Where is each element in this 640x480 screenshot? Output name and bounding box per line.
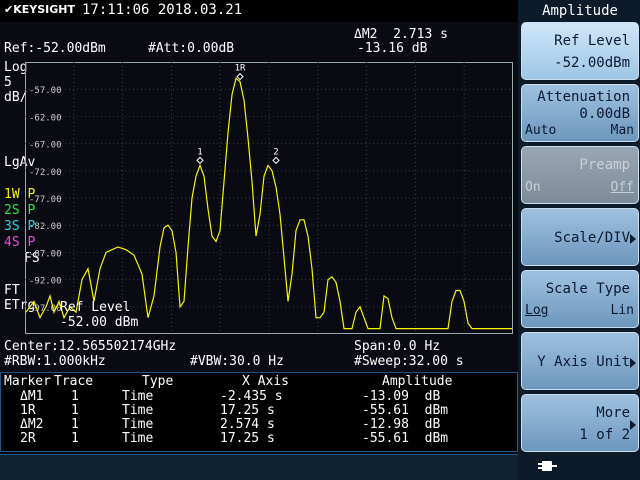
col-x-axis: X Axis	[242, 374, 289, 389]
attenuation-softkey[interactable]: Attenuation 0.00dB Auto Man	[521, 84, 639, 142]
row-marker: ΔM1	[20, 389, 44, 404]
marker-label: 2	[273, 147, 278, 157]
y-axis-labels: -57.00 -62.00 -67.00 -72.00 -77.00 -82.00 -87.…	[29, 86, 62, 314]
marker-label: 1R	[235, 64, 246, 74]
row-type: Time	[122, 417, 154, 432]
submenu-arrow-icon	[630, 234, 636, 244]
row-type: Time	[122, 403, 154, 418]
scale-div-softkey[interactable]: Scale/DIV	[521, 208, 639, 266]
row-amp: -55.61 dBm	[362, 431, 449, 446]
attenuation-man: Man	[610, 123, 634, 138]
attenuation-label: Attenuation	[537, 89, 630, 105]
marker-diamond	[236, 72, 244, 81]
markers: 1 1R 2	[196, 64, 280, 165]
delta-marker-amplitude: -13.16 dB	[357, 41, 428, 56]
more-softkey[interactable]: More 1 of 2	[521, 394, 639, 452]
brand-logo: ✔KEYSIGHT	[4, 3, 75, 16]
scale-type-label: Scale Type	[545, 281, 630, 297]
scale-type-log: Log	[525, 303, 549, 318]
attenuation-auto: Auto	[525, 123, 557, 138]
scale-type-lin: Lin	[610, 303, 634, 318]
y-tick-label: -82.00	[29, 222, 62, 232]
row-marker: 1R	[20, 403, 36, 418]
datetime: 17:11:06 2018.03.21	[82, 2, 243, 18]
y-tick-label: -92.00	[29, 277, 62, 287]
delta-marker-readout: ΔM2 2.713 s	[354, 27, 448, 42]
attenuation-value: 0.00dB	[579, 106, 630, 122]
y-tick-label: -62.00	[29, 113, 62, 123]
preamp-off: Off	[610, 180, 634, 195]
trace-1-line	[25, 77, 512, 330]
y-tick-label: -87.00	[29, 249, 62, 259]
row-amp: -12.98 dB	[362, 417, 441, 432]
more-arrow-icon	[630, 420, 636, 430]
row-x: 17.25 s	[220, 403, 275, 418]
row-trace: 1	[71, 431, 79, 446]
scale-div-unit: dB/	[4, 90, 28, 105]
more-label: More	[596, 405, 630, 421]
scale-div-label: Scale/DIV	[554, 230, 630, 246]
preamp-label: Preamp	[579, 157, 630, 173]
col-trace: Trace	[54, 374, 94, 389]
preamp-softkey[interactable]: Preamp On Off	[521, 146, 639, 204]
row-x: 17.25 s	[220, 431, 275, 446]
preamp-on: On	[525, 180, 541, 195]
row-trace: 1	[71, 403, 79, 418]
row-marker: ΔM2	[20, 417, 44, 432]
y-tick-label: -77.00	[29, 195, 62, 205]
ref-level-softkey[interactable]: Ref Level -52.00dBm	[521, 22, 639, 80]
ft-label: FT	[4, 283, 20, 298]
more-page: 1 of 2	[579, 427, 630, 443]
ref-level-label: Ref Level	[554, 33, 630, 49]
ref-level-overlay-value: -52.00 dBm	[60, 315, 139, 330]
row-trace: 1	[71, 417, 79, 432]
ref-level-value: -52.00dBm	[554, 55, 630, 71]
grid	[25, 62, 513, 334]
status-bar	[0, 454, 518, 480]
row-marker: 2R	[20, 431, 36, 446]
col-amplitude: Amplitude	[382, 374, 453, 389]
y-tick-label: -72.00	[29, 168, 62, 178]
scale-type-softkey[interactable]: Scale Type Log Lin	[521, 270, 639, 328]
row-type: Time	[122, 431, 154, 446]
row-amp: -13.09 dB	[362, 389, 441, 404]
power-plug-icon	[538, 461, 557, 471]
ref-readout: Ref:-52.00dBm	[4, 41, 106, 56]
col-type: Type	[142, 374, 174, 389]
marker-diamond	[272, 156, 280, 165]
sweep-readout: #Sweep:32.00 s	[354, 354, 464, 369]
ref-level-overlay-label: Ref Level	[60, 300, 131, 315]
row-x: -2.435 s	[220, 389, 283, 404]
span-readout: Span:0.0 Hz	[354, 339, 441, 354]
rbw-readout: #RBW:1.000kHz	[4, 354, 106, 369]
row-amp: -55.61 dBm	[362, 403, 449, 418]
scale-div-value: 5	[4, 75, 12, 90]
row-trace: 1	[71, 389, 79, 404]
y-tick-label: -57.00	[29, 86, 62, 96]
vbw-readout: #VBW:30.0 Hz	[190, 354, 284, 369]
y-axis-unit-softkey[interactable]: Y Axis Unit	[521, 332, 639, 390]
submenu-arrow-icon	[630, 358, 636, 368]
marker-label: 1	[197, 147, 202, 157]
top-bar: ✔KEYSIGHT 17:11:06 2018.03.21	[0, 0, 518, 22]
attenuation-readout: #Att:0.00dB	[148, 41, 235, 56]
row-x: 2.574 s	[220, 417, 275, 432]
softkey-menu-title: Amplitude	[542, 3, 618, 19]
col-marker: Marker	[4, 374, 51, 389]
spectrum-plot: -57.00 -62.00 -67.00 -72.00 -77.00 -82.00 -87.…	[25, 62, 513, 334]
row-type: Time	[122, 389, 154, 404]
scale-type-label: Log	[4, 60, 28, 75]
marker-diamond	[196, 156, 204, 165]
y-tick-label: -67.00	[29, 141, 62, 151]
y-axis-unit-label: Y Axis Unit	[537, 354, 630, 370]
center-frequency: Center:12.565502174GHz	[4, 339, 177, 354]
